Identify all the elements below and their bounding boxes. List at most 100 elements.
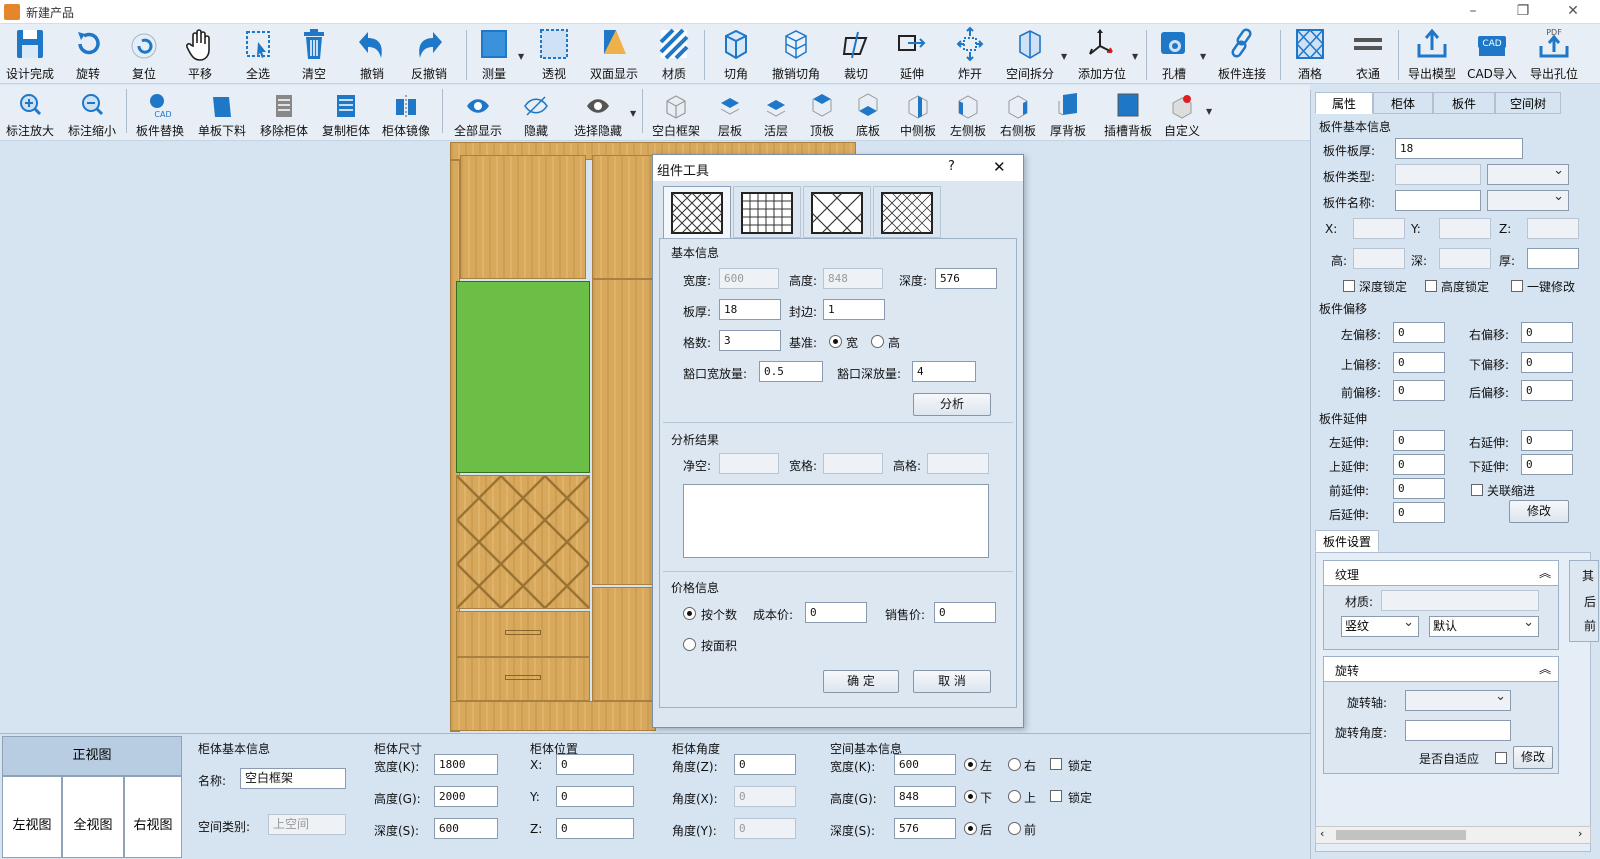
thick-back-button[interactable]: 厚背板 bbox=[1046, 91, 1090, 139]
by-area-radio[interactable] bbox=[683, 638, 696, 651]
board-type-select[interactable] bbox=[1487, 161, 1569, 185]
cabinet-width-field[interactable]: 1800 bbox=[434, 754, 498, 775]
pan-button[interactable]: 平移 bbox=[180, 26, 220, 82]
cabinet-right-lower-panel[interactable] bbox=[592, 587, 656, 701]
drawer-1[interactable] bbox=[456, 611, 590, 657]
scroll-left-icon[interactable]: ‹ bbox=[1320, 827, 1324, 840]
right-extend-field[interactable]: 0 bbox=[1521, 430, 1573, 451]
left-extend-field[interactable]: 0 bbox=[1393, 430, 1445, 451]
select-hide-dropdown-arrow[interactable]: ▼ bbox=[630, 109, 636, 118]
cad-import-button[interactable]: CAD CAD导入 bbox=[1464, 26, 1520, 82]
double-side-button[interactable]: 双面显示 bbox=[586, 26, 642, 82]
space-split-button[interactable]: 空间拆分 bbox=[1002, 26, 1058, 82]
board-link-button[interactable]: 板件连接 bbox=[1214, 26, 1270, 82]
gap-depth-field[interactable]: 4 bbox=[912, 361, 976, 382]
space-front-radio[interactable] bbox=[1008, 822, 1021, 835]
square-grid-type-tab[interactable] bbox=[733, 186, 801, 238]
space-height-field[interactable]: 848 bbox=[894, 786, 956, 807]
pos-z-field[interactable]: 0 bbox=[556, 818, 634, 839]
undo-chamfer-button[interactable]: 撤销切角 bbox=[768, 26, 824, 82]
remove-cabinet-button[interactable]: 移除柜体 bbox=[258, 91, 310, 139]
select-hide-button[interactable]: 选择隐藏 bbox=[570, 91, 626, 139]
back-offset-field[interactable]: 0 bbox=[1521, 380, 1573, 401]
sale-price-field[interactable]: 0 bbox=[934, 602, 996, 623]
large-diamond-type-tab[interactable] bbox=[803, 186, 871, 238]
rotate-axis-select[interactable] bbox=[1405, 687, 1511, 711]
pos-y-field[interactable]: 0 bbox=[556, 786, 634, 807]
wine-rack-panel[interactable] bbox=[456, 475, 590, 609]
show-all-button[interactable]: 全部显示 bbox=[452, 91, 504, 139]
right-side-button[interactable]: 右侧板 bbox=[996, 91, 1040, 139]
fine-diamond-type-tab[interactable] bbox=[873, 186, 941, 238]
height-lock-checkbox[interactable] bbox=[1050, 790, 1062, 802]
grid-count-field[interactable]: 3 bbox=[719, 330, 781, 351]
default-select[interactable]: 默认 bbox=[1429, 613, 1539, 637]
bottom-board-button[interactable]: 底板 bbox=[850, 91, 886, 139]
base-width-radio[interactable] bbox=[829, 335, 842, 348]
front-offset-field[interactable]: 0 bbox=[1393, 380, 1445, 401]
edge-field[interactable]: 1 bbox=[823, 299, 885, 320]
single-board-button[interactable]: 单板下料 bbox=[196, 91, 248, 139]
space-split-dropdown-arrow[interactable]: ▼ bbox=[1061, 52, 1067, 61]
chamfer-button[interactable]: 切角 bbox=[716, 26, 756, 82]
help-button[interactable]: ? bbox=[948, 159, 955, 174]
ok-button[interactable]: 确 定 bbox=[823, 670, 899, 693]
back-extend-field[interactable]: 0 bbox=[1393, 502, 1445, 523]
add-axis-button[interactable]: 添加方位 bbox=[1074, 26, 1130, 82]
tab-cabinet[interactable]: 柜体 bbox=[1373, 92, 1433, 114]
rail-button[interactable]: 衣通 bbox=[1348, 26, 1388, 82]
cabinet-base[interactable] bbox=[450, 701, 656, 731]
left-offset-field[interactable]: 0 bbox=[1393, 322, 1445, 343]
shelf-button[interactable]: 层板 bbox=[712, 91, 748, 139]
cost-field[interactable]: 0 bbox=[805, 602, 867, 623]
one-key-modify-checkbox[interactable] bbox=[1511, 280, 1523, 292]
gap-width-field[interactable]: 0.5 bbox=[759, 361, 823, 382]
drawer-2[interactable] bbox=[456, 657, 590, 701]
down-offset-field[interactable]: 0 bbox=[1521, 352, 1573, 373]
custom-button[interactable]: 自定义 bbox=[1160, 91, 1204, 139]
cabinet-top-right-panel[interactable] bbox=[592, 155, 656, 279]
movable-shelf-button[interactable]: 活层 bbox=[758, 91, 794, 139]
modify-extend-button[interactable]: 修改 bbox=[1509, 500, 1569, 523]
reset-button[interactable]: 复位 bbox=[124, 26, 164, 82]
pos-x-field[interactable]: 0 bbox=[556, 754, 634, 775]
measure-button[interactable]: 测量 bbox=[474, 26, 514, 82]
analysis-result-textarea[interactable] bbox=[683, 484, 989, 558]
down-extend-field[interactable]: 0 bbox=[1521, 454, 1573, 475]
tab-board[interactable]: 板件 bbox=[1433, 92, 1495, 114]
lock-height-checkbox[interactable] bbox=[1425, 280, 1437, 292]
explode-button[interactable]: 炸开 bbox=[950, 26, 990, 82]
right-view-button[interactable]: 右视图 bbox=[124, 776, 182, 858]
collapse-icon[interactable]: ︽ bbox=[1539, 564, 1551, 581]
design-done-button[interactable]: 设计完成 bbox=[4, 26, 56, 82]
hole-slot-dropdown-arrow[interactable]: ▼ bbox=[1200, 52, 1206, 61]
custom-dropdown-arrow[interactable]: ▼ bbox=[1206, 107, 1212, 116]
label-zoom-in-button[interactable]: 标注放大 bbox=[4, 91, 56, 139]
hide-button[interactable]: 隐藏 bbox=[514, 91, 558, 139]
space-down-radio[interactable] bbox=[964, 790, 977, 803]
scroll-right-icon[interactable]: › bbox=[1578, 827, 1582, 840]
grain-select[interactable]: 竖纹 bbox=[1341, 613, 1419, 637]
close-button[interactable]: ✕ bbox=[1550, 0, 1596, 24]
blank-frame-button[interactable]: 空白框架 bbox=[650, 91, 702, 139]
t-field[interactable] bbox=[1527, 248, 1579, 269]
space-depth-field[interactable]: 576 bbox=[894, 818, 956, 839]
label-zoom-out-button[interactable]: 标注缩小 bbox=[66, 91, 118, 139]
left-side-button[interactable]: 左侧板 bbox=[946, 91, 990, 139]
board-thickness-field[interactable]: 18 bbox=[1395, 138, 1523, 159]
space-up-radio[interactable] bbox=[1008, 790, 1021, 803]
clear-button[interactable]: 清空 bbox=[294, 26, 334, 82]
export-model-button[interactable]: 导出模型 bbox=[1404, 26, 1460, 82]
horizontal-scrollbar[interactable]: ‹ › bbox=[1315, 826, 1591, 844]
all-view-button[interactable]: 全视图 bbox=[62, 776, 124, 858]
rotate-button[interactable]: 旋转 bbox=[66, 26, 110, 82]
perspective-button[interactable]: 透视 bbox=[534, 26, 574, 82]
top-board-button[interactable]: 顶板 bbox=[804, 91, 840, 139]
cabinet-depth-field[interactable]: 600 bbox=[434, 818, 498, 839]
tab-board-settings[interactable]: 板件设置 bbox=[1315, 530, 1379, 552]
modify-rotate-button[interactable]: 修改 bbox=[1513, 746, 1553, 769]
measure-dropdown-arrow[interactable]: ▼ bbox=[518, 52, 524, 61]
copy-cabinet-button[interactable]: 复制柜体 bbox=[320, 91, 372, 139]
board-name-field[interactable] bbox=[1395, 190, 1481, 211]
material-button[interactable]: 材质 bbox=[654, 26, 694, 82]
